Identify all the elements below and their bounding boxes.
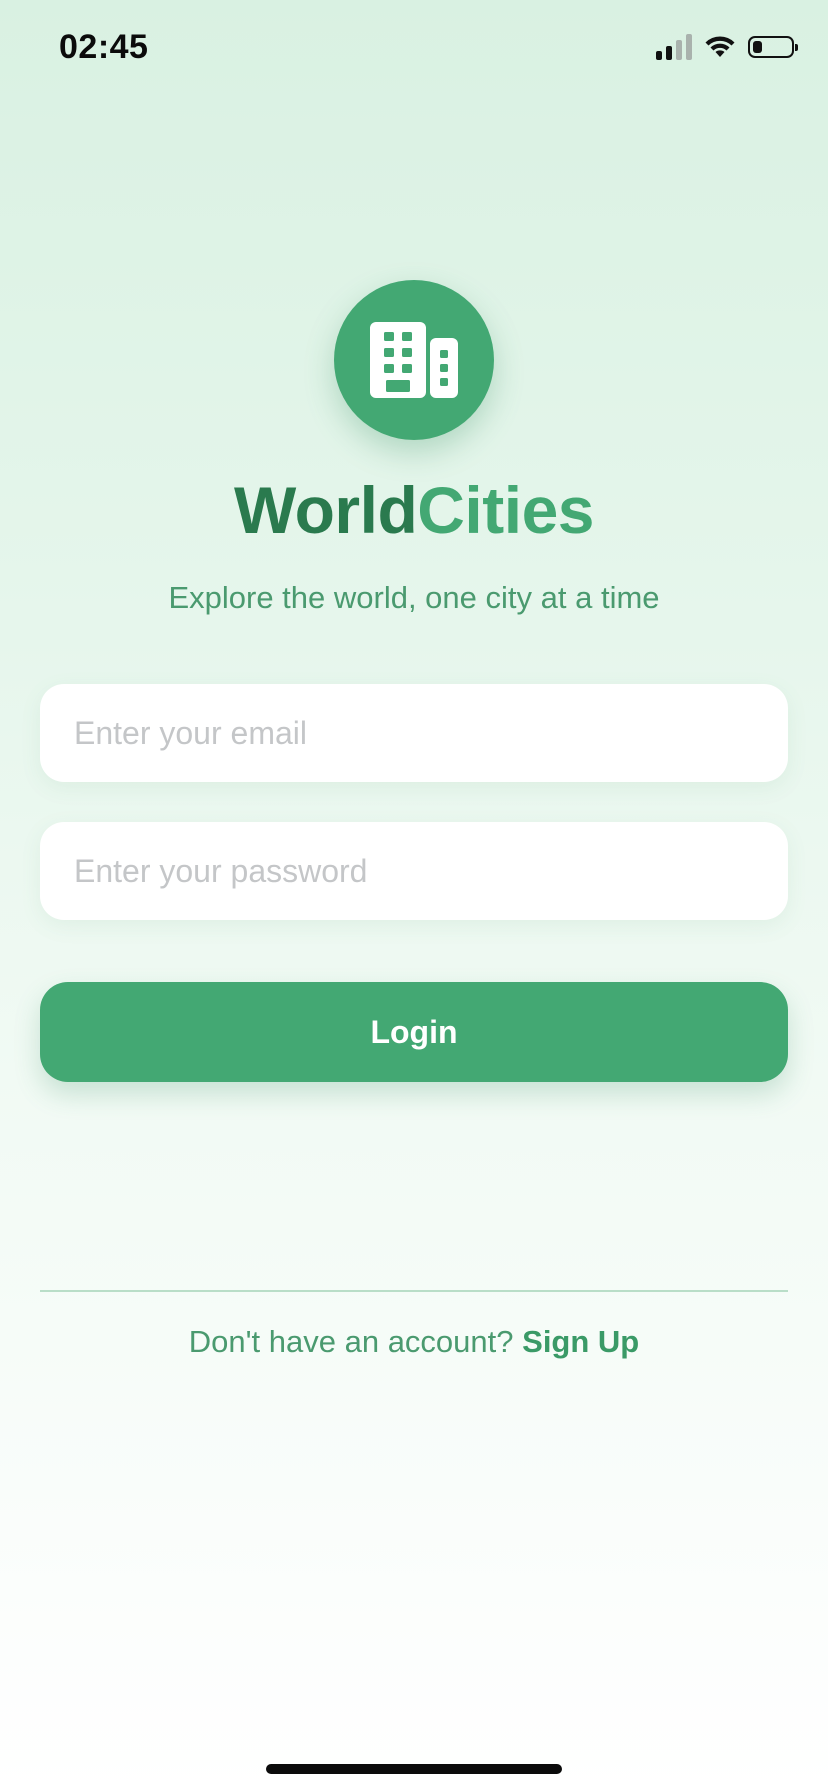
- app-tagline: Explore the world, one city at a time: [168, 580, 660, 615]
- home-indicator[interactable]: [266, 1764, 562, 1774]
- battery-icon: [748, 36, 798, 58]
- login-screen: 02:45 WorldCities Explore the world, one…: [0, 0, 828, 1792]
- status-icons: [656, 34, 798, 60]
- app-title: WorldCities: [0, 472, 828, 548]
- status-time: 02:45: [59, 28, 149, 66]
- email-input[interactable]: [72, 713, 756, 753]
- wifi-icon: [704, 35, 736, 59]
- app-title-cities: Cities: [417, 473, 594, 547]
- app-logo: [334, 280, 494, 440]
- cellular-signal-icon: [656, 34, 692, 60]
- signup-prompt: Don't have an account?: [188, 1324, 514, 1359]
- divider: [40, 1290, 788, 1292]
- app-title-world: World: [234, 473, 418, 547]
- password-input[interactable]: [72, 851, 756, 891]
- login-button[interactable]: Login: [40, 982, 788, 1082]
- battery-level: [753, 41, 762, 53]
- password-field-container[interactable]: [40, 822, 788, 920]
- email-field-container[interactable]: [40, 684, 788, 782]
- signup-row: Don't have an account? Sign Up: [0, 1324, 828, 1360]
- building-icon: [370, 322, 458, 398]
- signup-link[interactable]: Sign Up: [522, 1324, 639, 1359]
